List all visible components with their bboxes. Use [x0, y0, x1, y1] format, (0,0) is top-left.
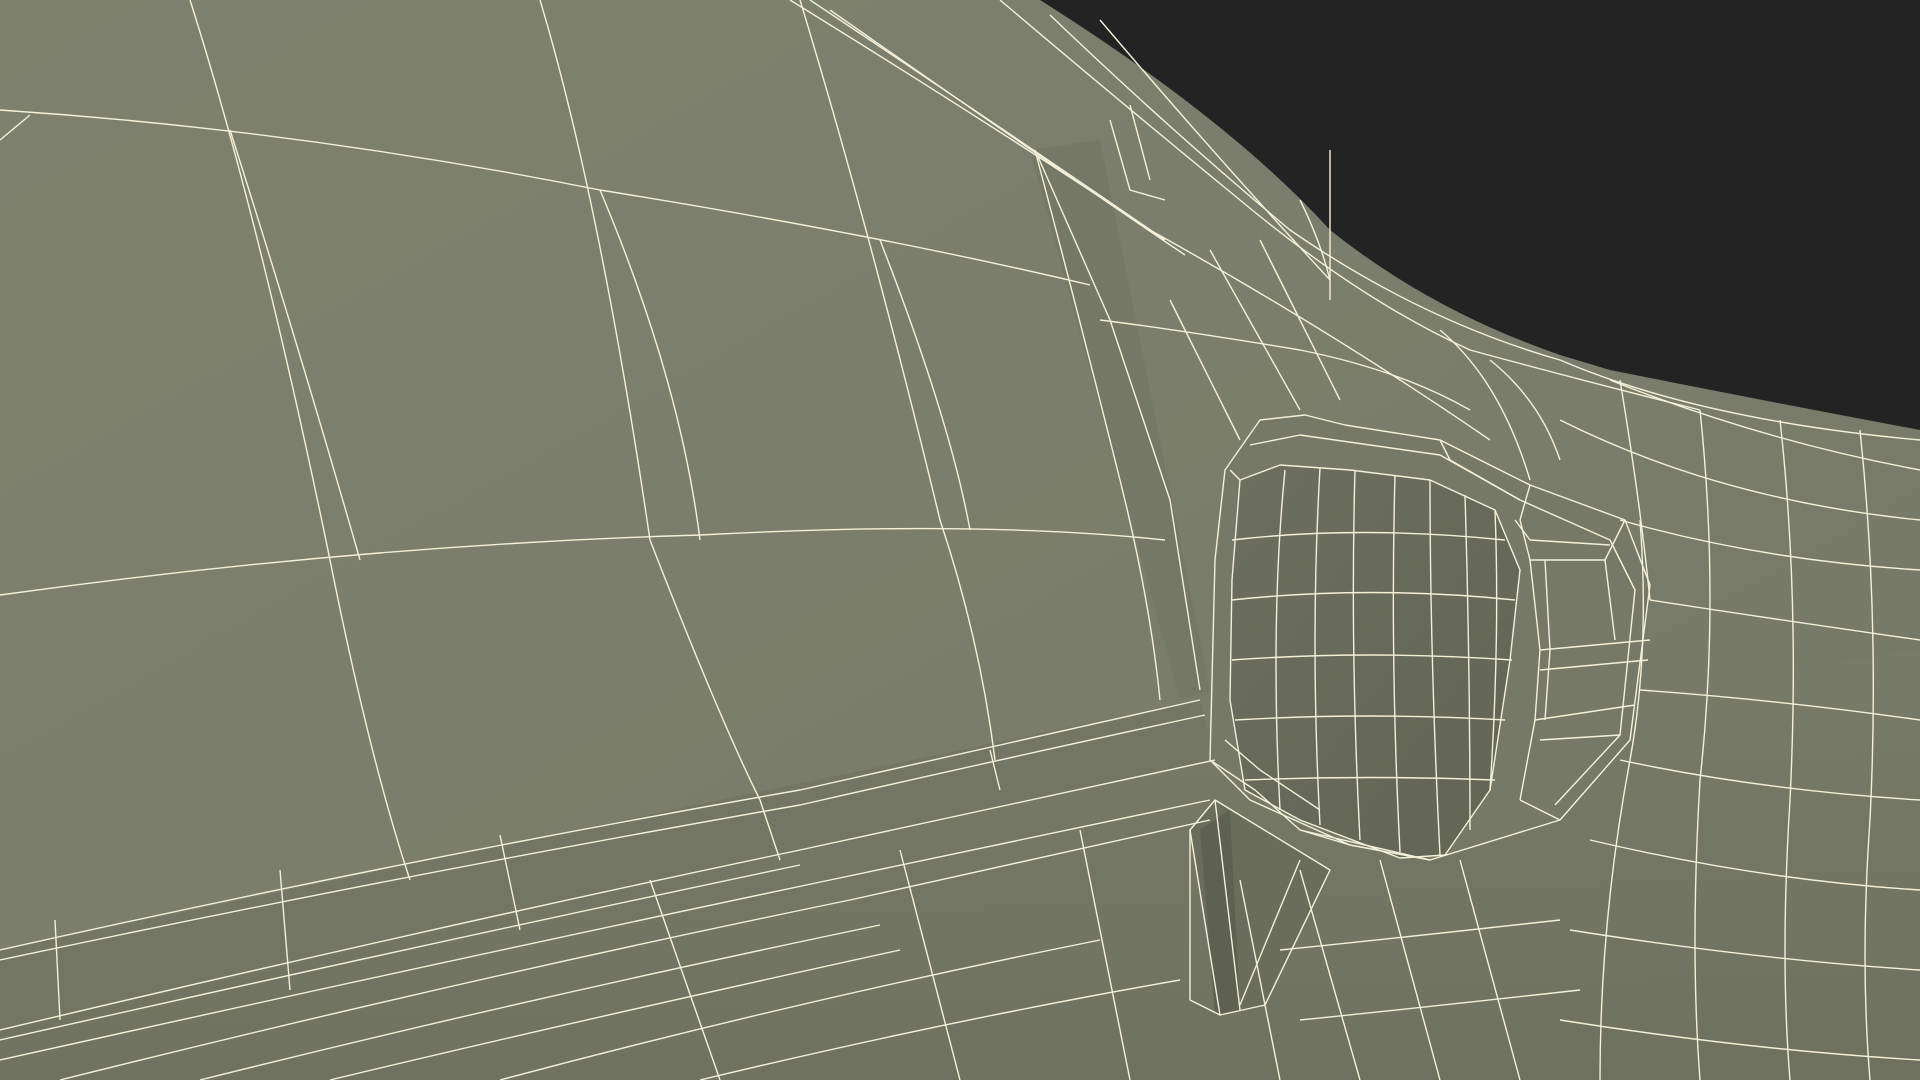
render-viewport [0, 0, 1920, 1080]
mirror-glass [1230, 465, 1520, 858]
wireframe-render [0, 0, 1920, 1080]
